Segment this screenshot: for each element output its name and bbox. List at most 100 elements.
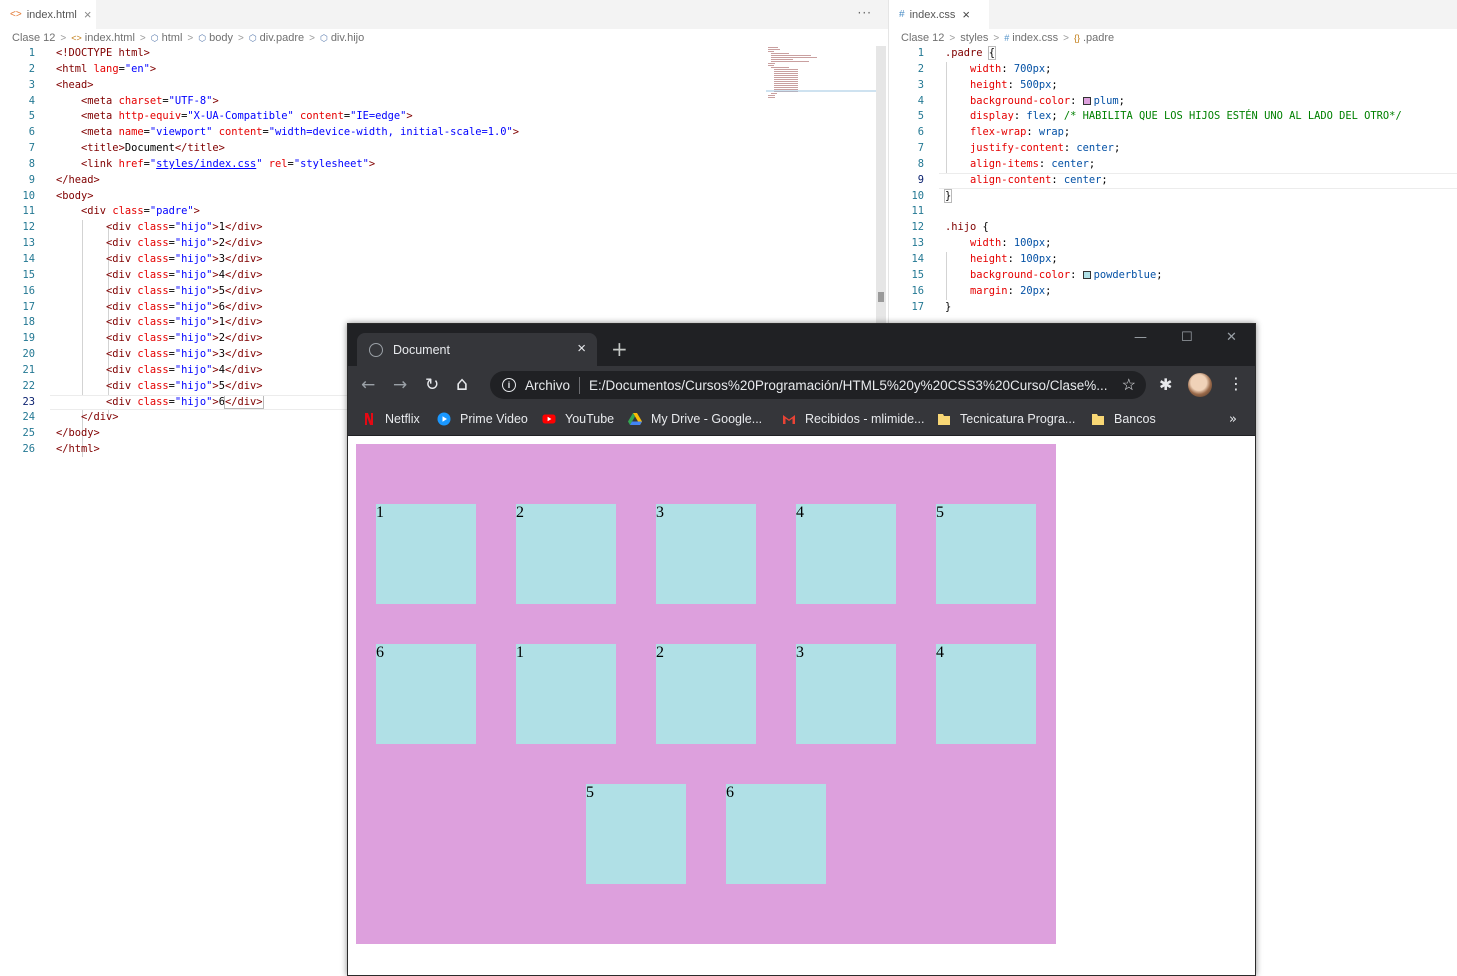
- code-line[interactable]: 17 <div class="hijo">6</div>: [0, 300, 888, 316]
- code-line[interactable]: 15 <div class="hijo">4</div>: [0, 268, 888, 284]
- css-file-icon: #: [1004, 33, 1010, 43]
- browser-title-bar[interactable]: Document × + — ☐ ✕: [348, 324, 1255, 366]
- code-line[interactable]: 10}: [889, 188, 1457, 205]
- hijo-box: 5: [936, 504, 1036, 604]
- tab-label: index.css: [909, 8, 956, 21]
- minimize-icon[interactable]: —: [1134, 330, 1147, 345]
- minimap[interactable]: [766, 46, 876, 100]
- hijo-box: 4: [796, 504, 896, 604]
- tab-index-html[interactable]: <> index.html ×: [0, 0, 96, 29]
- code-line[interactable]: 14 <div class="hijo">3</div>: [0, 252, 888, 268]
- code-line[interactable]: 14 height: 100px;: [889, 252, 1457, 268]
- code-line[interactable]: 8 <link href="styles/index.css" rel="sty…: [0, 157, 888, 173]
- bookmark-gmail[interactable]: Recibidos - mlimide...: [782, 412, 924, 426]
- code-line[interactable]: 15 background-color: powderblue;: [889, 268, 1457, 284]
- address-bar[interactable]: i Archivo E:/Documentos/Cursos%20Program…: [490, 371, 1146, 399]
- bookmark-star-icon[interactable]: ☆: [1122, 375, 1136, 395]
- code-line[interactable]: 9 </head>: [0, 173, 888, 189]
- code-line[interactable]: 3 <head>: [0, 78, 888, 94]
- code-line[interactable]: 11 <div class="padre">: [0, 204, 888, 220]
- browser-tab[interactable]: Document ×: [357, 333, 597, 366]
- css-file-icon: #: [899, 9, 905, 20]
- bookmarks-overflow-icon[interactable]: »: [1229, 412, 1237, 427]
- breadcrumb: Clase 12 > styles > # index.css > {} .padre: [901, 30, 1114, 46]
- code-line[interactable]: 6 <meta name="viewport" content="width=d…: [0, 125, 888, 141]
- color-swatch[interactable]: [1082, 96, 1091, 105]
- code-line[interactable]: 1 .padre {: [889, 46, 1457, 62]
- google-drive-icon: [628, 413, 642, 425]
- info-icon[interactable]: i: [502, 378, 516, 392]
- avatar[interactable]: [1188, 373, 1212, 397]
- breadcrumb-item[interactable]: Clase 12 >: [901, 32, 960, 44]
- code-line[interactable]: 4 <meta charset="UTF-8">: [0, 94, 888, 110]
- code-line[interactable]: 1 <!DOCTYPE html>: [0, 46, 888, 62]
- breadcrumb-item[interactable]: <> index.html >: [71, 32, 151, 44]
- extensions-icon[interactable]: ✱: [1159, 375, 1172, 394]
- css-code-area[interactable]: 1 .padre { 2 width: 700px; 3 height: 500p…: [889, 46, 1457, 315]
- breadcrumb-item[interactable]: Clase 12 >: [12, 32, 71, 44]
- code-line[interactable]: 6 flex-wrap: wrap;: [889, 125, 1457, 141]
- close-icon[interactable]: ×: [962, 7, 970, 22]
- breadcrumb-item[interactable]: # index.css >: [1004, 32, 1074, 44]
- breadcrumb-item[interactable]: styles >: [960, 32, 1004, 44]
- code-line[interactable]: 4 background-color: plum;: [889, 94, 1457, 110]
- breadcrumb-item[interactable]: ⬡ body >: [198, 32, 249, 44]
- close-window-icon[interactable]: ✕: [1226, 330, 1237, 345]
- color-swatch[interactable]: [1082, 270, 1091, 279]
- more-actions-icon[interactable]: ···: [858, 6, 872, 20]
- close-icon[interactable]: ×: [577, 340, 586, 357]
- bookmarks-bar: Netflix Prime Video YouTube My Drive - G…: [348, 404, 1255, 436]
- code-line-current[interactable]: 9 align-content: center;: [889, 172, 1457, 189]
- url-text[interactable]: E:/Documentos/Cursos%20Programación/HTML…: [589, 378, 1109, 393]
- code-line[interactable]: 16 margin: 20px;: [889, 284, 1457, 300]
- code-line[interactable]: 17}: [889, 300, 1457, 316]
- close-icon[interactable]: ×: [84, 7, 92, 22]
- prime-video-icon: [437, 412, 451, 426]
- reload-icon[interactable]: ↻: [425, 375, 439, 395]
- folder-icon: [938, 414, 950, 425]
- bookmark-prime-video[interactable]: Prime Video: [437, 412, 528, 426]
- netflix-icon: [365, 413, 373, 425]
- vertical-scrollbar[interactable]: [876, 46, 886, 324]
- maximize-icon[interactable]: ☐: [1181, 330, 1193, 345]
- browser-toolbar: ← → ↻ ⌂ i Archivo E:/Documentos/Cursos%2…: [348, 366, 1255, 404]
- code-line[interactable]: 12 .hijo {: [889, 220, 1457, 236]
- code-line[interactable]: 16 <div class="hijo">5</div>: [0, 284, 888, 300]
- bookmark-folder-tecnicatura[interactable]: Tecnicatura Progra...: [937, 412, 1075, 426]
- code-line[interactable]: 12 <div class="hijo">1</div>: [0, 220, 888, 236]
- bookmark-google-drive[interactable]: My Drive - Google...: [628, 412, 762, 426]
- bookmark-folder-bancos[interactable]: Bancos: [1091, 412, 1156, 426]
- element-icon: ⬡: [248, 32, 257, 43]
- back-icon[interactable]: ←: [361, 375, 375, 395]
- breadcrumb-item[interactable]: ⬡ html >: [151, 32, 198, 44]
- bookmark-youtube[interactable]: YouTube: [542, 412, 614, 426]
- breadcrumb-item[interactable]: ⬡ div.padre >: [249, 32, 320, 44]
- globe-icon: [369, 342, 383, 357]
- code-line[interactable]: 2 width: 700px;: [889, 62, 1457, 78]
- breadcrumb-item[interactable]: ⬡ div.hijo: [320, 32, 364, 44]
- code-line[interactable]: 5 display: flex; /* HABILITA QUE LOS HIJ…: [889, 109, 1457, 125]
- element-icon: ⬡: [198, 32, 207, 43]
- browser-window[interactable]: Document × + — ☐ ✕ ← → ↻ ⌂ i Archivo E:/…: [347, 323, 1256, 976]
- forward-icon[interactable]: →: [393, 375, 407, 395]
- tab-index-css[interactable]: # index.css ×: [889, 0, 989, 29]
- code-line[interactable]: 7 justify-content: center;: [889, 141, 1457, 157]
- code-line[interactable]: 2 <html lang="en">: [0, 62, 888, 78]
- code-line[interactable]: 10 <body>: [0, 189, 888, 205]
- code-line[interactable]: 11: [889, 204, 1457, 220]
- new-tab-icon[interactable]: +: [611, 337, 628, 361]
- code-line[interactable]: 5 <meta http-equiv="X-UA-Compatible" con…: [0, 109, 888, 125]
- selector-icon: {}: [1073, 33, 1080, 43]
- menu-icon[interactable]: ⋮: [1228, 374, 1244, 393]
- stylesheet-link[interactable]: styles/index.css: [156, 158, 256, 170]
- code-line[interactable]: 13 <div class="hijo">2</div>: [0, 236, 888, 252]
- page-viewport[interactable]: 123456123456: [348, 437, 1255, 975]
- code-line[interactable]: 7 <title>Document</title>: [0, 141, 888, 157]
- scrollbar-thumb[interactable]: [878, 292, 884, 302]
- home-icon[interactable]: ⌂: [456, 373, 468, 395]
- code-line[interactable]: 13 width: 100px;: [889, 236, 1457, 252]
- bookmark-netflix[interactable]: Netflix: [362, 412, 420, 426]
- breadcrumb-item[interactable]: {} .padre: [1074, 32, 1114, 44]
- code-line[interactable]: 3 height: 500px;: [889, 78, 1457, 94]
- code-line[interactable]: 8 align-items: center;: [889, 157, 1457, 173]
